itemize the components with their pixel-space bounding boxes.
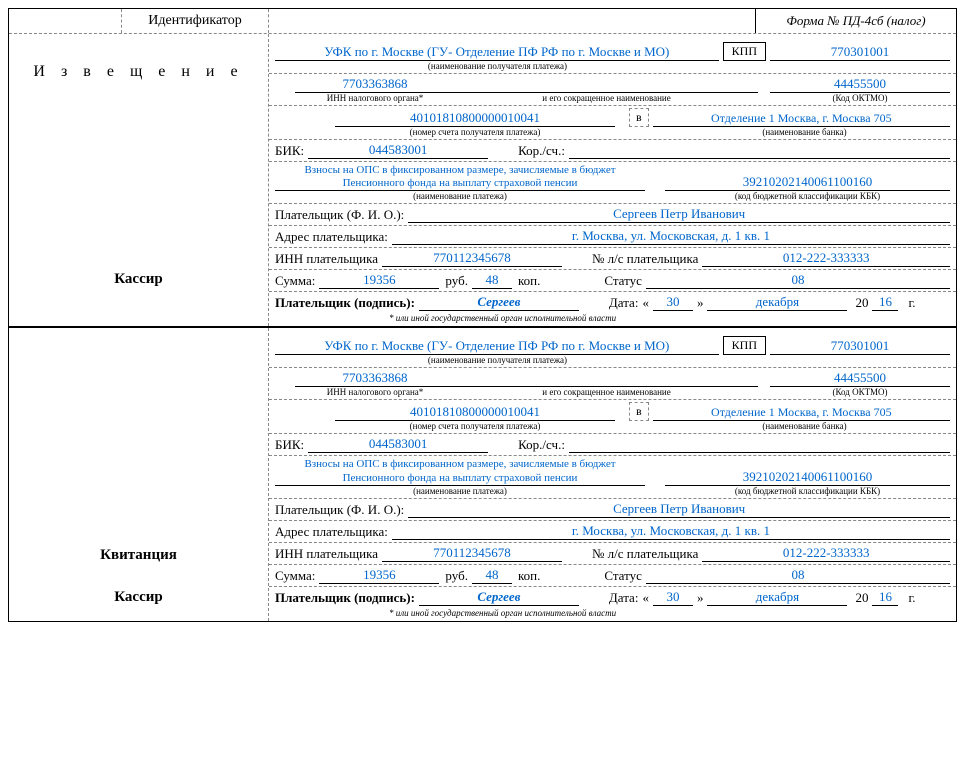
signature: Сергеев xyxy=(419,294,579,311)
quote-open: « xyxy=(642,295,653,311)
receipt-section: Квитанция Кассир УФК по г. Москве (ГУ- О… xyxy=(9,328,956,620)
bank-2: Отделение 1 Москва, г. Москва 705 xyxy=(653,405,950,421)
identifier-value xyxy=(269,9,756,33)
inn-tax: 7703363868 xyxy=(295,76,455,93)
sum-kop-2: 48 xyxy=(472,567,512,584)
date-year: 16 xyxy=(872,294,898,311)
account: 40101810800000010041 xyxy=(335,110,615,127)
notice-title: И з в е щ е н и е xyxy=(33,63,243,81)
rub-label: руб. xyxy=(439,273,472,289)
signature-2: Сергеев xyxy=(419,589,579,606)
notice-section: И з в е щ е н и е Кассир УФК по г. Москв… xyxy=(9,34,956,326)
kor xyxy=(569,143,950,159)
payer-name: Сергеев Петр Иванович xyxy=(408,206,950,223)
account-2: 40101810800000010041 xyxy=(335,404,615,421)
header-row: Идентификатор Форма № ПД-4сб (налог) xyxy=(9,9,956,34)
payer-acc-label: № л/с плательщика xyxy=(592,251,702,267)
sum-label: Сумма: xyxy=(275,273,319,289)
cashier-label: Кассир xyxy=(114,271,162,288)
date-year-2: 16 xyxy=(872,589,898,606)
status-label: Статус xyxy=(604,273,646,289)
payer-inn-label: ИНН плательщика xyxy=(275,251,382,267)
bik: 044583001 xyxy=(308,142,488,159)
kpp-label-2: КПП xyxy=(723,336,766,355)
identifier-label: Идентификатор xyxy=(121,9,269,33)
payer-acc: 012-222-333333 xyxy=(702,250,950,267)
date-day: 30 xyxy=(653,294,693,311)
payer-inn-2: 770112345678 xyxy=(382,545,562,562)
status: 08 xyxy=(646,272,950,289)
kpp-label: КПП xyxy=(723,42,766,61)
recipient-name-2: УФК по г. Москве (ГУ- Отделение ПФ РФ по… xyxy=(275,338,719,355)
kor-label: Кор./сч.: xyxy=(518,143,569,159)
payment-desc: Взносы на ОПС в фиксированном размере, з… xyxy=(275,164,645,191)
date-month: декабря xyxy=(707,294,847,311)
payer-acc-2: 012-222-333333 xyxy=(702,545,950,562)
payer-addr-2: г. Москва, ул. Московская, д. 1 кв. 1 xyxy=(392,523,950,540)
year-prefix: 20 xyxy=(847,295,872,311)
footnote-2: * или иной государственный орган исполни… xyxy=(269,608,956,621)
inn-tax-sub: ИНН налогового органа* xyxy=(295,93,455,103)
recipient-name: УФК по г. Москве (ГУ- Отделение ПФ РФ по… xyxy=(275,44,719,61)
v-label: в xyxy=(629,108,649,127)
status-2: 08 xyxy=(646,567,950,584)
year-suffix: г. xyxy=(898,295,919,311)
oktmo: 44455500 xyxy=(770,76,950,93)
form-title: Форма № ПД-4сб (налог) xyxy=(756,9,956,33)
footnote: * или иной государственный орган исполни… xyxy=(269,313,956,326)
payment-form: Идентификатор Форма № ПД-4сб (налог) И з… xyxy=(8,8,957,622)
short-name-sub: и его сокращенное наименование xyxy=(455,93,758,103)
sum-rub: 19356 xyxy=(319,272,439,289)
cashier-label-2: Кассир xyxy=(114,589,162,606)
kbk: 39210202140061100160 xyxy=(665,174,950,191)
quote-close: » xyxy=(693,295,708,311)
kbk-sub: (код бюджетной классификации КБК) xyxy=(665,191,950,201)
date-month-2: декабря xyxy=(707,589,847,606)
sum-kop: 48 xyxy=(472,272,512,289)
payer-name-2: Сергеев Петр Иванович xyxy=(408,501,950,518)
recipient-sub: (наименование получателя платежа) xyxy=(275,61,720,71)
date-label: Дата: xyxy=(609,295,643,311)
payer-addr: г. Москва, ул. Московская, д. 1 кв. 1 xyxy=(392,228,950,245)
kbk-2: 39210202140061100160 xyxy=(665,469,950,486)
payment-sub: (наименование платежа) xyxy=(275,191,645,201)
kop-label: коп. xyxy=(512,273,544,289)
bik-2: 044583001 xyxy=(308,436,488,453)
inn-tax-2: 7703363868 xyxy=(295,370,455,387)
account-sub: (номер счета получателя платежа) xyxy=(335,127,615,137)
signature-label: Плательщик (подпись): xyxy=(275,295,419,311)
bik-label: БИК: xyxy=(275,143,308,159)
date-day-2: 30 xyxy=(653,589,693,606)
bank-sub: (наименование банка) xyxy=(659,127,950,137)
payer-addr-label: Адрес плательщика: xyxy=(275,229,392,245)
payment-desc-2: Взносы на ОПС в фиксированном размере, з… xyxy=(275,458,645,485)
bank: Отделение 1 Москва, г. Москва 705 xyxy=(653,111,950,127)
payer-inn: 770112345678 xyxy=(382,250,562,267)
receipt-title: Квитанция xyxy=(100,547,177,564)
kpp-value-2: 770301001 xyxy=(770,338,950,355)
oktmo-sub: (Код ОКТМО) xyxy=(770,93,950,103)
oktmo-2: 44455500 xyxy=(770,370,950,387)
sum-rub-2: 19356 xyxy=(319,567,439,584)
payer-label: Плательщик (Ф. И. О.): xyxy=(275,207,408,223)
kpp-value: 770301001 xyxy=(770,44,950,61)
